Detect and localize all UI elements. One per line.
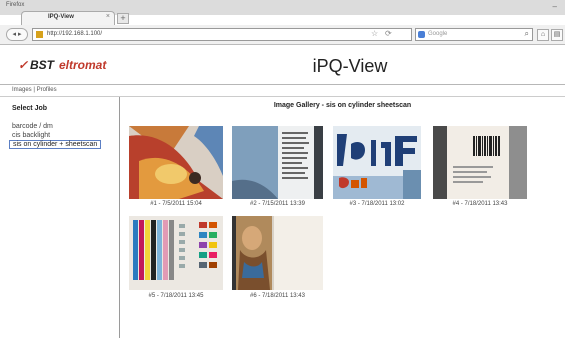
image-caption-3: #3 - 7/18/2011 13:02 bbox=[349, 201, 405, 207]
reload-icon[interactable]: ⟳ bbox=[385, 29, 392, 38]
gallery-image-2[interactable] bbox=[232, 126, 323, 199]
image-caption-1: #1 - 7/5/2011 15:04 bbox=[150, 201, 202, 207]
url-bar[interactable]: http://192.168.1.100/ ☆ ⟳ bbox=[32, 28, 412, 41]
bookmark-star-icon[interactable]: ☆ bbox=[371, 29, 378, 38]
search-icon[interactable]: ⌕ bbox=[525, 29, 529, 39]
lettering-thumbnail-icon bbox=[333, 126, 421, 199]
header-divider bbox=[0, 84, 565, 85]
job-sidebar: Select Job barcode / dm cis backlight si… bbox=[0, 97, 120, 338]
search-input[interactable]: Google bbox=[428, 31, 447, 37]
color-bars-thumbnail-icon bbox=[129, 216, 223, 290]
menu-icon[interactable]: ▤ bbox=[551, 29, 563, 41]
browser-tab[interactable]: IPQ-View × bbox=[21, 11, 115, 25]
logo-bst-text: BST bbox=[30, 58, 54, 72]
favicon-icon bbox=[36, 31, 43, 38]
gallery-image-3[interactable] bbox=[333, 126, 421, 199]
sidebar-title: Select Job bbox=[12, 105, 48, 112]
gallery-image-6[interactable] bbox=[232, 216, 323, 290]
main-menu: Images | Profiles bbox=[12, 87, 57, 93]
browser-toolbar: ◂ ▸ http://192.168.1.100/ ☆ ⟳ Google ⌕ ⌂… bbox=[0, 25, 565, 45]
page-title: iPQ-View bbox=[312, 56, 388, 76]
image-caption-2: #2 - 7/15/2011 13:39 bbox=[250, 201, 305, 207]
url-text[interactable]: http://192.168.1.100/ bbox=[47, 31, 102, 37]
text-print-thumbnail-icon bbox=[232, 126, 323, 199]
gallery-image-1[interactable] bbox=[129, 126, 223, 199]
menu-separator: | bbox=[33, 87, 35, 93]
gallery-image-5[interactable] bbox=[129, 216, 223, 290]
color-print-thumbnail-icon bbox=[129, 126, 223, 199]
logo-eltromat-text: eltromat bbox=[59, 58, 107, 72]
menu-item-images[interactable]: Images bbox=[12, 87, 32, 93]
search-engine-icon[interactable] bbox=[418, 31, 425, 38]
home-icon[interactable]: ⌂ bbox=[537, 29, 549, 41]
job-item-cis-backlight[interactable]: cis backlight bbox=[12, 132, 50, 139]
job-item-barcode[interactable]: barcode / dm bbox=[12, 123, 53, 130]
image-caption-6: #6 - 7/18/2011 13:43 bbox=[250, 293, 305, 299]
photo-print-thumbnail-icon bbox=[232, 216, 323, 290]
tab-close-icon[interactable]: × bbox=[106, 13, 110, 20]
minimize-button[interactable]: – bbox=[553, 2, 557, 11]
tab-label: IPQ-View bbox=[48, 14, 74, 20]
new-tab-button[interactable]: + bbox=[117, 13, 129, 24]
browser-app-title: Firefox bbox=[6, 2, 25, 8]
gallery-image-4[interactable] bbox=[433, 126, 527, 199]
search-box[interactable]: Google ⌕ bbox=[415, 28, 533, 41]
image-caption-5: #5 - 7/18/2011 13:45 bbox=[148, 293, 204, 299]
back-forward-buttons[interactable]: ◂ ▸ bbox=[6, 28, 28, 41]
barcode-thumbnail-icon bbox=[433, 126, 527, 199]
logo-mark-icon: ✓ bbox=[18, 58, 29, 72]
gallery-title: Image Gallery - sis on cylinder sheetsca… bbox=[273, 102, 412, 109]
menu-item-profiles[interactable]: Profiles bbox=[37, 87, 57, 93]
job-item-sis-on-cylinder[interactable]: sis on cylinder + sheetscan bbox=[9, 140, 102, 149]
image-caption-4: #4 - 7/18/2011 13:43 bbox=[452, 201, 508, 207]
